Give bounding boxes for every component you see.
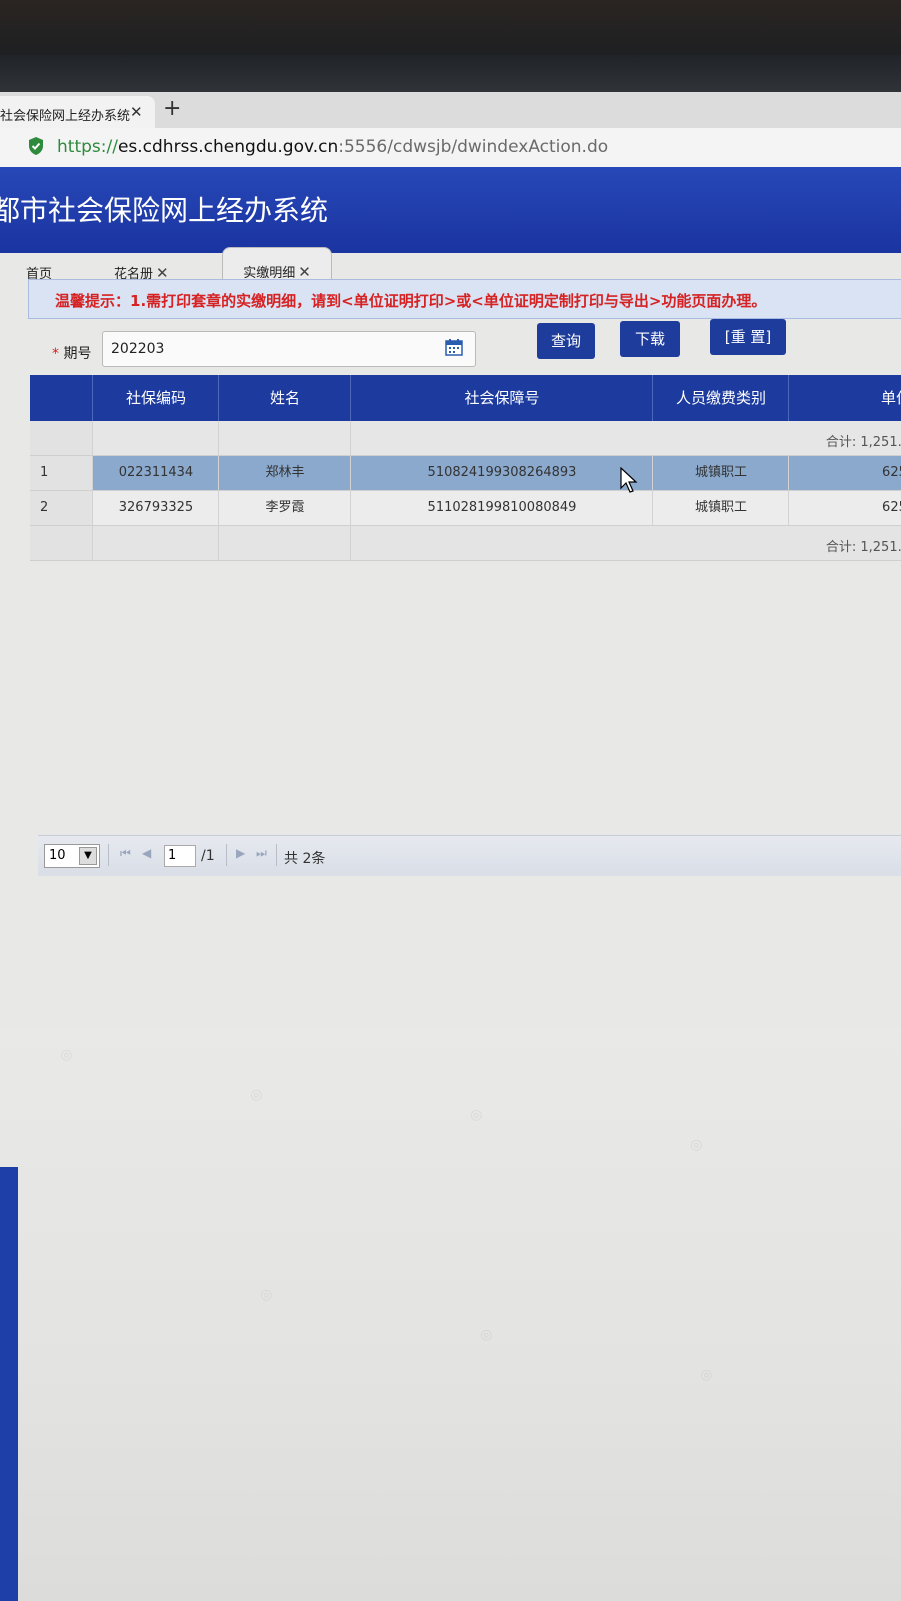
- table-cell: [92, 421, 219, 455]
- divider: [276, 844, 277, 866]
- table-cell: [350, 526, 653, 560]
- cell-ssn: 511028199810080849: [350, 491, 653, 525]
- prev-page-icon[interactable]: ◀: [142, 846, 151, 860]
- left-edge: [0, 1167, 18, 1601]
- pagination-bar: 10 ▼ ⏮ ◀ 1 /1 ▶ ⏭ 共 2条: [38, 835, 901, 876]
- download-button[interactable]: 下载: [620, 321, 680, 357]
- divider: [108, 844, 109, 866]
- cell-amount: 625.: [788, 456, 901, 490]
- table-cell: [350, 421, 653, 455]
- url-path: :5556/cdwsjb/dwindexAction.do: [338, 137, 609, 157]
- divider: [226, 844, 227, 866]
- table-footer-summary-row: 合计: 1,251.9: [30, 526, 901, 561]
- cell-name: 李罗霞: [218, 491, 351, 525]
- app-header: 都市社会保险网上经办系统: [0, 167, 901, 253]
- period-label: * 期号: [52, 343, 91, 363]
- total-pages: /1: [201, 848, 215, 864]
- browser-tab[interactable]: 社会保险网上经办系统 ✕: [0, 96, 155, 130]
- table-cell: [218, 526, 351, 560]
- cell-name: 郑林丰: [218, 456, 351, 490]
- page-size-value: 10: [49, 848, 66, 863]
- cell-category: 城镇职工: [652, 491, 789, 525]
- notice-banner: 温馨提示：1.需打印套章的实缴明细，请到<单位证明打印>或<单位证明定制打印与导…: [28, 279, 901, 319]
- col-header-code[interactable]: 社保编码: [92, 375, 219, 421]
- row-number-cell: [30, 421, 92, 455]
- new-tab-button[interactable]: +: [163, 96, 181, 121]
- monitor-top: [0, 0, 901, 60]
- row-number-cell: 2: [30, 491, 92, 525]
- row-number-cell: 1: [30, 456, 92, 490]
- table-row[interactable]: 1 022311434 郑林丰 510824199308264893 城镇职工 …: [30, 456, 901, 491]
- total-records: 共 2条: [284, 851, 326, 867]
- period-label-text: 期号: [63, 346, 92, 362]
- notice-text: 温馨提示：1.需打印套章的实缴明细，请到<单位证明打印>或<单位证明定制打印与导…: [55, 292, 767, 310]
- browser-tab-strip: 社会保险网上经办系统 ✕ +: [0, 92, 901, 130]
- required-mark: *: [52, 346, 59, 362]
- col-header-ssn[interactable]: 社会保障号: [350, 375, 653, 421]
- row-number: 1: [40, 465, 49, 480]
- footer-summary-total: 合计: 1,251.9: [825, 540, 901, 555]
- current-page: 1: [168, 848, 177, 863]
- page-number-input[interactable]: 1: [164, 845, 196, 867]
- table-cell: [92, 526, 219, 560]
- period-input[interactable]: 202203: [102, 331, 476, 367]
- web-page: 都市社会保险网上经办系统 首页 花名册 ✕ 实缴明细 ✕ 温馨提示：1.需打印套章的…: [0, 167, 901, 1601]
- reset-button[interactable]: [重 置]: [710, 319, 786, 355]
- secure-shield-icon: [29, 137, 43, 155]
- browser-tab-title: 社会保险网上经办系统: [0, 109, 131, 124]
- col-header-category[interactable]: 人员缴费类别: [652, 375, 789, 421]
- page-size-select[interactable]: 10 ▼: [44, 844, 100, 868]
- close-icon[interactable]: ✕: [130, 103, 143, 121]
- cell-amount: 625.: [788, 491, 901, 525]
- table-header: 社保编码 姓名 社会保障号 人员缴费类别 单位: [30, 375, 901, 421]
- period-value: 202203: [111, 341, 165, 357]
- url-host: es.cdhrss.chengdu.gov.cn: [117, 137, 339, 157]
- cell-code: 326793325: [92, 491, 219, 525]
- last-page-icon[interactable]: ⏭: [256, 846, 267, 861]
- row-number-cell: [30, 526, 92, 560]
- cell-code: 022311434: [92, 456, 219, 490]
- cell-category: 城镇职工: [652, 456, 789, 490]
- table-summary-row: 合计: 1,251.9: [30, 421, 901, 456]
- table-row[interactable]: 2 326793325 李罗霞 511028199810080849 城镇职工 …: [30, 491, 901, 526]
- table-cell: [218, 421, 351, 455]
- mouse-cursor-icon: [620, 467, 638, 493]
- chevron-down-icon[interactable]: ▼: [79, 847, 97, 865]
- row-number: 2: [40, 500, 49, 515]
- next-page-icon[interactable]: ▶: [236, 846, 245, 860]
- address-bar[interactable]: https://es.cdhrss.chengdu.gov.cn:5556/cd…: [0, 128, 901, 169]
- url-scheme: https://: [57, 137, 118, 157]
- calendar-icon[interactable]: [445, 338, 463, 356]
- app-title: 都市社会保险网上经办系统: [0, 194, 329, 227]
- page-background: [0, 1027, 901, 1601]
- col-header-name[interactable]: 姓名: [218, 375, 351, 421]
- query-button[interactable]: 查询: [537, 323, 595, 359]
- url-text: https://es.cdhrss.chengdu.gov.cn:5556/cd…: [57, 137, 608, 157]
- summary-total: 合计: 1,251.9: [825, 435, 901, 450]
- col-header-unit[interactable]: 单位: [788, 375, 901, 421]
- cell-ssn: 510824199308264893: [350, 456, 653, 490]
- first-page-icon[interactable]: ⏮: [120, 846, 131, 861]
